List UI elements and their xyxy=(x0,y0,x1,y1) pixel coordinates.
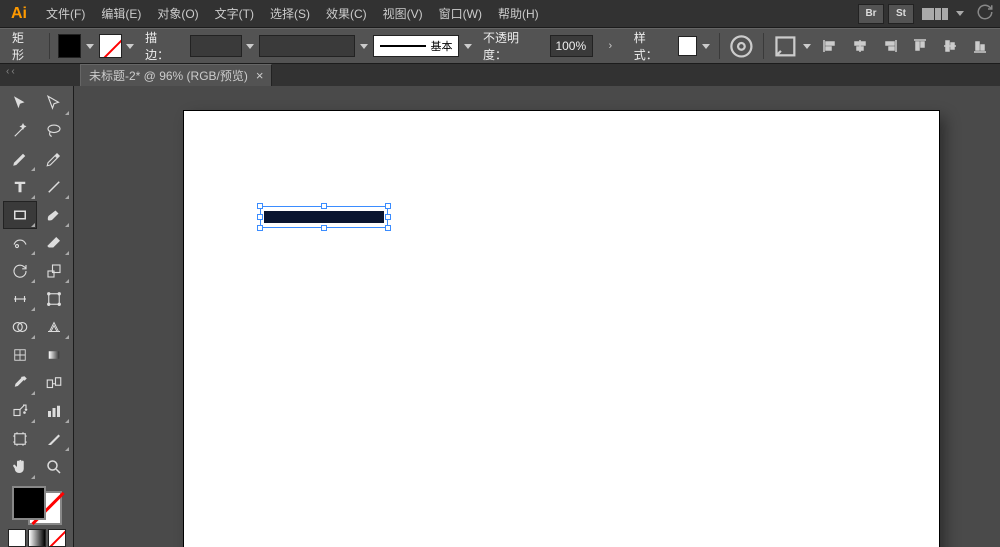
shaper-tool-icon[interactable] xyxy=(4,230,36,256)
style-dropdown-icon[interactable] xyxy=(701,34,711,58)
selection-type-label: 矩形 xyxy=(6,29,41,63)
brush-definition[interactable]: 基本 xyxy=(373,35,460,57)
artboard[interactable] xyxy=(184,111,939,547)
mesh-tool-icon[interactable] xyxy=(4,342,36,368)
align-bottom-icon[interactable] xyxy=(966,34,994,58)
lasso-tool-icon[interactable] xyxy=(38,118,70,144)
align-button-group xyxy=(816,34,994,58)
menu-object[interactable]: 对象(O) xyxy=(149,0,206,27)
resize-handle-tr[interactable] xyxy=(385,203,391,209)
brush-style-label: 基本 xyxy=(430,38,452,54)
menu-select[interactable]: 选择(S) xyxy=(262,0,318,27)
menu-bar: Ai 文件(F) 编辑(E) 对象(O) 文字(T) 选择(S) 效果(C) 视… xyxy=(0,0,1000,28)
width-tool-icon[interactable] xyxy=(4,286,36,312)
gradient-mode-icon[interactable] xyxy=(28,529,46,547)
selected-rectangle-shape[interactable] xyxy=(260,206,388,228)
resize-handle-tm[interactable] xyxy=(321,203,327,209)
opacity-dropdown-icon[interactable]: › xyxy=(597,34,624,58)
stroke-weight-dropdown-icon[interactable] xyxy=(246,34,256,58)
blend-tool-icon[interactable] xyxy=(38,370,70,396)
line-segment-tool-icon[interactable] xyxy=(38,174,70,200)
symbol-sprayer-tool-icon[interactable] xyxy=(4,398,36,424)
slice-tool-icon[interactable] xyxy=(38,426,70,452)
variable-width-profile[interactable] xyxy=(259,35,355,57)
resize-handle-mr[interactable] xyxy=(385,214,391,220)
stroke-weight-label: 描边： xyxy=(139,29,185,63)
opacity-label: 不透明度： xyxy=(477,29,546,63)
workspace-layout-icon[interactable] xyxy=(922,5,952,23)
align-vcenter-icon[interactable] xyxy=(936,34,964,58)
resize-handle-bl[interactable] xyxy=(257,225,263,231)
document-tab-title: 未标题-2* @ 96% (RGB/预览) xyxy=(89,67,248,84)
align-to-dropdown-icon[interactable] xyxy=(802,34,812,58)
bridge-button[interactable]: Br xyxy=(858,4,884,24)
fill-swatch[interactable] xyxy=(58,34,81,58)
curvature-tool-icon[interactable] xyxy=(38,146,70,172)
stroke-dropdown-icon[interactable] xyxy=(126,34,136,58)
stroke-swatch[interactable] xyxy=(99,34,122,58)
resize-handle-ml[interactable] xyxy=(257,214,263,220)
workspace-dropdown-icon[interactable] xyxy=(956,11,964,16)
stroke-weight-input[interactable] xyxy=(190,35,242,57)
menu-effect[interactable]: 效果(C) xyxy=(318,0,375,27)
style-label: 样式： xyxy=(628,29,674,63)
menu-type[interactable]: 文字(T) xyxy=(207,0,262,27)
menu-file[interactable]: 文件(F) xyxy=(38,0,93,27)
align-right-icon[interactable] xyxy=(876,34,904,58)
graphic-style-swatch[interactable] xyxy=(678,36,697,56)
pen-tool-icon[interactable] xyxy=(4,146,36,172)
eyedropper-tool-icon[interactable] xyxy=(4,370,36,396)
stock-button[interactable]: St xyxy=(888,4,914,24)
shape-builder-tool-icon[interactable] xyxy=(4,314,36,340)
document-tab[interactable]: 未标题-2* @ 96% (RGB/预览) × xyxy=(80,64,272,86)
resize-handle-tl[interactable] xyxy=(257,203,263,209)
app-logo: Ai xyxy=(6,1,32,27)
brush-dropdown-icon[interactable] xyxy=(463,34,473,58)
hand-tool-icon[interactable] xyxy=(4,454,36,480)
type-tool-icon[interactable] xyxy=(4,174,36,200)
fill-stroke-indicator[interactable] xyxy=(12,486,62,525)
control-bar: 矩形 描边： 基本 不透明度： 100% › 样式： xyxy=(0,28,1000,64)
fill-color-icon[interactable] xyxy=(12,486,46,520)
menu-edit[interactable]: 编辑(E) xyxy=(93,0,149,27)
tab-close-icon[interactable]: × xyxy=(256,69,264,82)
scale-tool-icon[interactable] xyxy=(38,258,70,284)
resize-handle-br[interactable] xyxy=(385,225,391,231)
align-top-icon[interactable] xyxy=(906,34,934,58)
magic-wand-tool-icon[interactable] xyxy=(4,118,36,144)
recolor-artwork-icon[interactable] xyxy=(728,34,755,58)
selection-tool-icon[interactable] xyxy=(4,90,36,116)
zoom-tool-icon[interactable] xyxy=(38,454,70,480)
free-transform-tool-icon[interactable] xyxy=(38,286,70,312)
fill-dropdown-icon[interactable] xyxy=(85,34,95,58)
align-to-artboard-icon[interactable] xyxy=(772,34,799,58)
variable-width-dropdown-icon[interactable] xyxy=(359,34,369,58)
rotate-tool-icon[interactable] xyxy=(4,258,36,284)
rectangle-tool-icon[interactable] xyxy=(4,202,36,228)
sync-icon[interactable] xyxy=(976,3,994,24)
align-left-icon[interactable] xyxy=(816,34,844,58)
canvas-viewport[interactable] xyxy=(74,86,1000,547)
opacity-input[interactable]: 100% xyxy=(550,35,593,57)
direct-selection-tool-icon[interactable] xyxy=(38,90,70,116)
perspective-grid-tool-icon[interactable] xyxy=(38,314,70,340)
align-hcenter-icon[interactable] xyxy=(846,34,874,58)
menu-help[interactable]: 帮助(H) xyxy=(490,0,547,27)
menu-window[interactable]: 窗口(W) xyxy=(431,0,490,27)
brush-line-preview-icon xyxy=(380,45,427,47)
eraser-tool-icon[interactable] xyxy=(38,230,70,256)
gradient-tool-icon[interactable] xyxy=(38,342,70,368)
collapse-panels-icon[interactable]: ‹‹ xyxy=(6,66,17,77)
resize-handle-bm[interactable] xyxy=(321,225,327,231)
paintbrush-tool-icon[interactable] xyxy=(38,202,70,228)
color-mode-icon[interactable] xyxy=(8,529,26,547)
document-tab-strip: ‹‹ 未标题-2* @ 96% (RGB/预览) × xyxy=(0,64,1000,86)
none-mode-icon[interactable] xyxy=(48,529,66,547)
tools-panel xyxy=(0,86,74,547)
column-graph-tool-icon[interactable] xyxy=(38,398,70,424)
menu-view[interactable]: 视图(V) xyxy=(375,0,431,27)
artboard-tool-icon[interactable] xyxy=(4,426,36,452)
